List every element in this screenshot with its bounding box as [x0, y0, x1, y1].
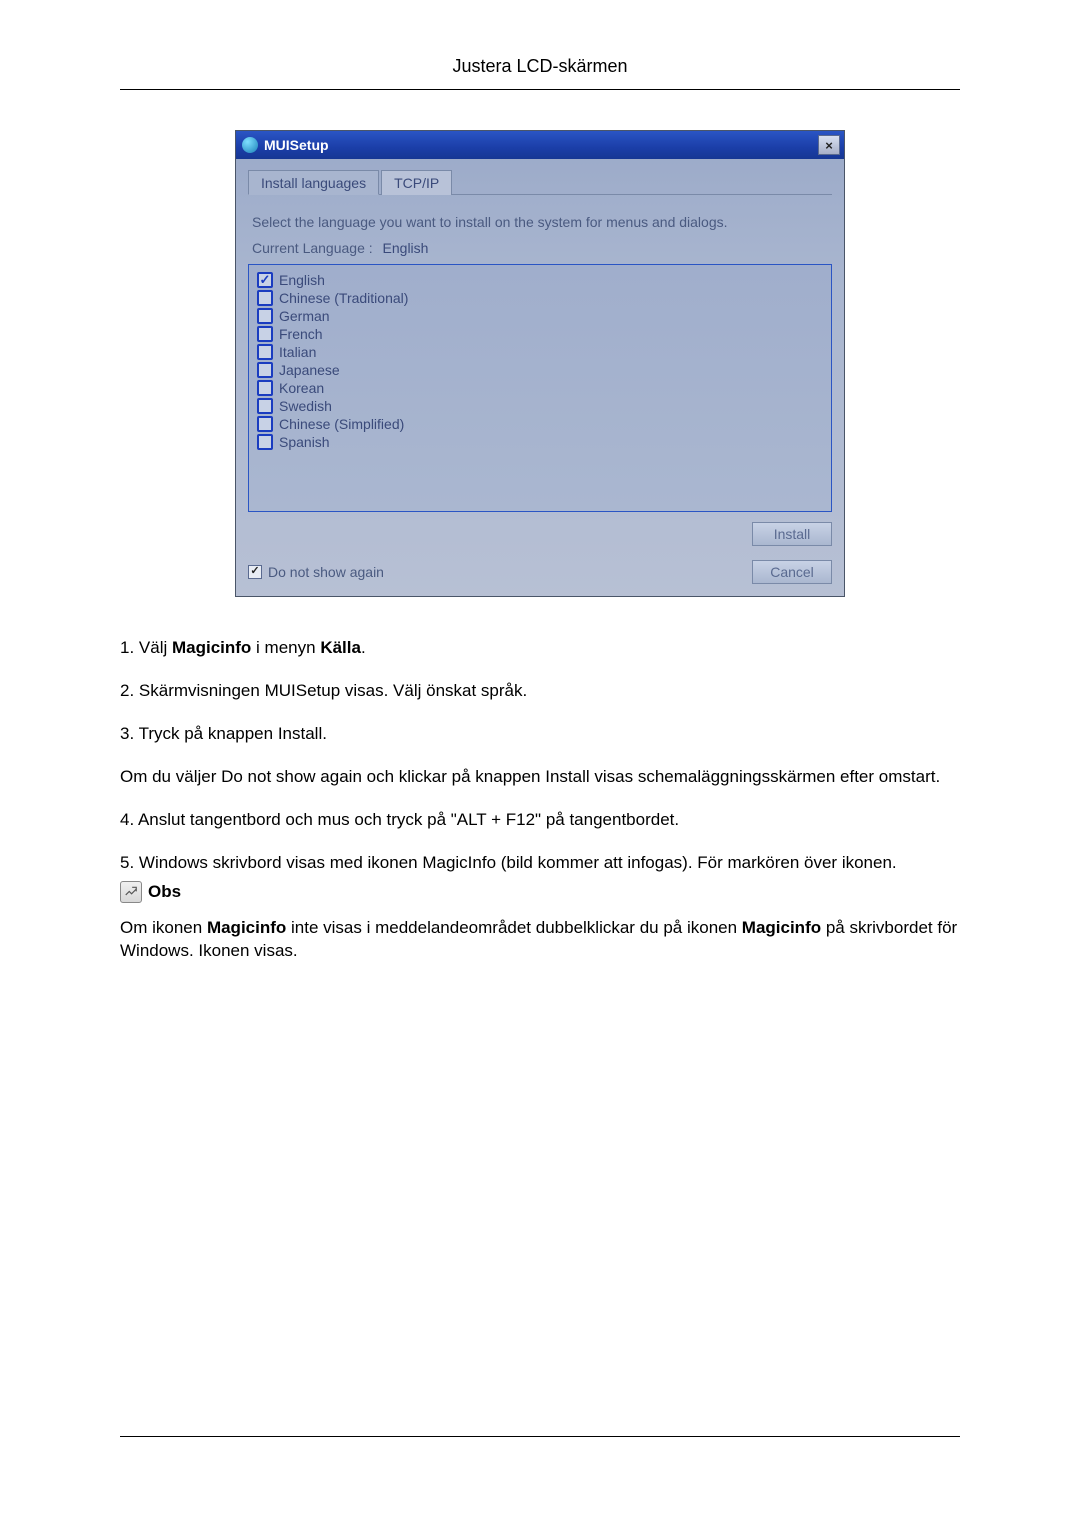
step-4: 4. Anslut tangentbord och mus och tryck … — [120, 809, 960, 832]
checkbox-icon[interactable] — [257, 308, 273, 324]
step-2: 2. Skärmvisningen MUISetup visas. Välj ö… — [120, 680, 960, 703]
text: . — [361, 638, 366, 657]
cancel-button[interactable]: Cancel — [752, 560, 832, 584]
language-label: French — [279, 326, 323, 342]
note-paragraph: Om du väljer Do not show again och klick… — [120, 766, 960, 789]
dialog-title: MUISetup — [264, 137, 818, 153]
language-label: German — [279, 308, 330, 324]
list-item[interactable]: Chinese (Traditional) — [257, 289, 823, 307]
do-not-show-again[interactable]: Do not show again — [248, 564, 384, 580]
close-button[interactable]: × — [818, 135, 840, 155]
step-3: 3. Tryck på knappen Install. — [120, 723, 960, 746]
list-item[interactable]: Swedish — [257, 397, 823, 415]
checkbox-icon[interactable] — [257, 434, 273, 450]
obs-heading: Obs — [120, 881, 960, 904]
checkbox-icon[interactable] — [257, 272, 273, 288]
list-item[interactable]: Chinese (Simplified) — [257, 415, 823, 433]
current-language-label: Current Language : — [252, 240, 373, 256]
page-title: Justera LCD-skärmen — [120, 56, 960, 90]
list-item[interactable]: Italian — [257, 343, 823, 361]
tab-tcpip[interactable]: TCP/IP — [381, 170, 452, 195]
language-label: Korean — [279, 380, 324, 396]
language-label: Japanese — [279, 362, 340, 378]
bottom-row: Do not show again Cancel — [248, 560, 832, 584]
titlebar: MUISetup × — [236, 131, 844, 159]
step-5: 5. Windows skrivbord visas med ikonen Ma… — [120, 852, 960, 875]
list-item[interactable]: Japanese — [257, 361, 823, 379]
current-language-value: English — [383, 240, 429, 256]
text: 1. Välj — [120, 638, 172, 657]
app-icon — [242, 137, 258, 153]
text-bold: Magicinfo — [172, 638, 251, 657]
list-item[interactable]: French — [257, 325, 823, 343]
current-language-row: Current Language : English — [248, 240, 832, 256]
checkbox-icon[interactable] — [248, 565, 262, 579]
do-not-show-label: Do not show again — [268, 564, 384, 580]
instruction-text: Select the language you want to install … — [248, 213, 832, 232]
language-label: Italian — [279, 344, 316, 360]
checkbox-icon[interactable] — [257, 380, 273, 396]
language-list: English Chinese (Traditional) German Fre… — [248, 264, 832, 512]
obs-label: Obs — [148, 881, 181, 904]
text: inte visas i meddelandeområdet dubbelkli… — [286, 918, 742, 937]
checkbox-icon[interactable] — [257, 362, 273, 378]
checkbox-icon[interactable] — [257, 290, 273, 306]
language-label: English — [279, 272, 325, 288]
list-item[interactable]: Korean — [257, 379, 823, 397]
checkbox-icon[interactable] — [257, 344, 273, 360]
note-icon — [120, 881, 142, 903]
text: i menyn — [251, 638, 320, 657]
list-item[interactable]: English — [257, 271, 823, 289]
install-button[interactable]: Install — [752, 522, 832, 546]
install-button-row: Install — [248, 522, 832, 546]
obs-paragraph: Om ikonen Magicinfo inte visas i meddela… — [120, 917, 960, 963]
language-label: Chinese (Traditional) — [279, 290, 408, 306]
checkbox-icon[interactable] — [257, 398, 273, 414]
step-1: 1. Välj Magicinfo i menyn Källa. — [120, 637, 960, 660]
text-bold: Magicinfo — [207, 918, 286, 937]
language-label: Chinese (Simplified) — [279, 416, 404, 432]
list-item[interactable]: German — [257, 307, 823, 325]
text: Om ikonen — [120, 918, 207, 937]
language-label: Spanish — [279, 434, 330, 450]
text-bold: Källa — [320, 638, 361, 657]
document-body: 1. Välj Magicinfo i menyn Källa. 2. Skär… — [120, 637, 960, 963]
text-bold: Magicinfo — [742, 918, 821, 937]
language-label: Swedish — [279, 398, 332, 414]
tab-install-languages[interactable]: Install languages — [248, 170, 379, 195]
page: Justera LCD-skärmen MUISetup × Install l… — [0, 0, 1080, 1527]
dialog-body: Install languages TCP/IP Select the lang… — [236, 159, 844, 596]
checkbox-icon[interactable] — [257, 416, 273, 432]
tabs: Install languages TCP/IP — [248, 169, 832, 195]
footer-rule — [120, 1436, 960, 1437]
checkbox-icon[interactable] — [257, 326, 273, 342]
muisetup-dialog: MUISetup × Install languages TCP/IP Sele… — [235, 130, 845, 597]
list-item[interactable]: Spanish — [257, 433, 823, 451]
